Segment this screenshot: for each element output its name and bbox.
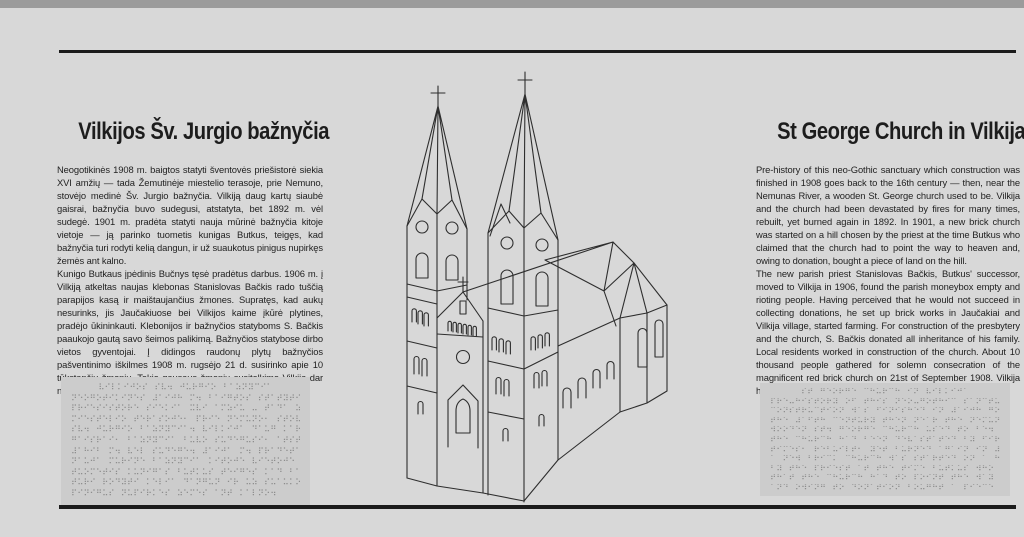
braille-line: ⠺⠕⠕⠙⠑⠝⠀⠎⠞⠲⠀⠛⠑⠕⠗⠛⠑⠀⠉⠓⠥⠗⠉⠓⠀⠥⠎⠑⠙⠀⠞⠕⠀⠃⠑⠲⠀⠧⠊⠇… — [770, 426, 1000, 436]
braille-line: ⠎⠧⠲⠀⠚⠥⠗⠛⠊⠕⠀⠃⠁⠵⠝⠽⠉⠊⠁⠲⠀⠧⠊⠇⠅⠊⠚⠁⠀⠙⠁⠥⠛⠀⠅⠁⠗⠞⠥⠀… — [71, 425, 300, 436]
en-text-block: Pre-history of this neo-Gothic sanctuary… — [756, 163, 1020, 397]
braille-line: ⠍⠊⠑⠎⠞⠑⠇⠊⠕⠀⠞⠑⠗⠁⠎⠕⠚⠑⠂⠀⠏⠗⠊⠑⠀⠝⠑⠍⠥⠝⠕⠂⠀⠎⠞⠕⠧⠑⠚⠕… — [71, 415, 300, 426]
braille-line: ⠏⠊⠝⠊⠛⠥⠎⠀⠝⠥⠏⠊⠗⠅⠑⠎⠀⠵⠑⠍⠑⠎⠀⠁⠝⠞⠀⠅⠁⠇⠝⠕⠲ — [71, 489, 300, 500]
braille-line: ⠞⠓⠑⠀⠼⠁⠋⠞⠓⠀⠉⠑⠝⠞⠥⠗⠽⠀⠞⠓⠑⠝⠀⠝⠑⠁⠗⠀⠞⠓⠑⠀⠝⠑⠍⠥⠝⠁⠎⠀… — [770, 417, 1000, 427]
cross-left-spire — [431, 86, 445, 106]
braille-line: ⠃⠽⠀⠞⠓⠑⠀⠏⠗⠊⠑⠎⠞⠀⠁⠞⠀⠞⠓⠑⠀⠞⠊⠍⠑⠀⠃⠥⠞⠅⠥⠎⠀⠺⠓⠕⠀⠉⠇⠁… — [770, 465, 1000, 475]
braille-line: ⠝⠑⠕⠛⠕⠞⠊⠅⠊⠝⠑⠎⠀⠼⠁⠊⠚⠓⠀⠍⠲⠀⠃⠁⠊⠛⠞⠕⠎⠀⠎⠞⠁⠞⠽⠞⠊⠀⠎⠧… — [71, 394, 300, 405]
en-paragraph-2: The new parish priest Stanislovas Bačkis… — [756, 267, 1020, 397]
page-title-en: St George Church in Vilkija — [777, 118, 999, 146]
braille-line: ⠛⠁⠊⠎⠗⠁⠊⠂⠀⠃⠁⠵⠝⠽⠉⠊⠁⠀⠃⠥⠧⠕⠀⠎⠥⠙⠑⠛⠥⠎⠊⠂⠀⠁⠞⠎⠞⠁⠞⠽… — [71, 436, 300, 447]
braille-block-lt: ⠧⠊⠇⠅⠊⠚⠕⠎⠀⠎⠧⠲⠀⠚⠥⠗⠛⠊⠕⠀⠃⠁⠵⠝⠽⠉⠊⠁ ⠝⠑⠕⠛⠕⠞⠊⠅⠊⠝⠑… — [61, 377, 310, 505]
lt-paragraph-1: Neogotikinės 1908 m. baigtos statyti šve… — [57, 163, 323, 267]
english-panel: St George Church in Vilkija Pre-history … — [756, 0, 1020, 537]
braille-line: ⠎⠞⠀⠛⠑⠕⠗⠛⠑⠀⠉⠓⠥⠗⠉⠓⠀⠊⠝⠀⠧⠊⠇⠅⠊⠚⠁ — [770, 388, 1000, 398]
braille-line: ⠞⠥⠗⠊⠀⠗⠕⠙⠽⠞⠊⠀⠅⠑⠇⠊⠁⠀⠙⠁⠝⠛⠥⠝⠀⠊⠗⠀⠥⠵⠀⠎⠥⠁⠥⠅⠕⠞⠥⠎ — [71, 478, 300, 489]
braille-line: ⠼⠁⠓⠊⠃⠀⠍⠲⠀⠧⠑⠇⠀⠎⠥⠙⠑⠛⠑⠲⠀⠼⠁⠊⠚⠁⠀⠍⠲⠀⠏⠗⠁⠙⠑⠞⠁⠀⠎⠞… — [71, 447, 300, 458]
lt-text-block: Neogotikinės 1908 m. baigtos statyti šve… — [57, 163, 323, 397]
braille-line: ⠁⠝⠙⠀⠕⠺⠊⠝⠛⠀⠞⠕⠀⠙⠕⠝⠁⠞⠊⠕⠝⠀⠃⠕⠥⠛⠓⠞⠀⠁⠀⠏⠊⠑⠉⠑⠀⠕⠋⠀… — [770, 484, 1000, 494]
braille-line: ⠞⠥⠕⠍⠑⠞⠊⠎⠀⠅⠥⠝⠊⠛⠁⠎⠀⠃⠥⠞⠅⠥⠎⠀⠞⠑⠊⠛⠑⠎⠀⠅⠁⠙⠀⠃⠁⠵⠝⠽… — [71, 468, 300, 479]
braille-line: ⠧⠊⠇⠅⠊⠚⠕⠎⠀⠎⠧⠲⠀⠚⠥⠗⠛⠊⠕⠀⠃⠁⠵⠝⠽⠉⠊⠁ — [71, 383, 300, 394]
page-title-lt: Vilkijos Šv. Jurgio bažnyčia — [78, 118, 301, 146]
braille-line: ⠏⠗⠊⠑⠎⠊⠎⠞⠕⠗⠑⠀⠎⠊⠑⠅⠊⠁⠀⠭⠧⠊⠀⠁⠍⠵⠊⠥⠀⠤⠀⠞⠁⠙⠁⠀⠵⠑⠍⠥… — [71, 404, 300, 415]
braille-line: ⠏⠗⠑⠤⠓⠊⠎⠞⠕⠗⠽⠀⠕⠋⠀⠞⠓⠊⠎⠀⠝⠑⠕⠤⠛⠕⠞⠓⠊⠉⠀⠎⠁⠝⠉⠞⠥⠁⠗⠽… — [770, 398, 1000, 408]
braille-block-en: ⠎⠞⠀⠛⠑⠕⠗⠛⠑⠀⠉⠓⠥⠗⠉⠓⠀⠊⠝⠀⠧⠊⠇⠅⠊⠚⠁ ⠏⠗⠑⠤⠓⠊⠎⠞⠕⠗⠽⠀… — [760, 383, 1010, 496]
braille-line: ⠞⠓⠑⠀⠉⠓⠥⠗⠉⠓⠀⠓⠁⠙⠀⠃⠑⠑⠝⠀⠙⠑⠧⠁⠎⠞⠁⠞⠑⠙⠀⠃⠽⠀⠋⠊⠗⠑⠎⠀… — [770, 436, 1000, 446]
en-paragraph-1: Pre-history of this neo-Gothic sanctuary… — [756, 163, 1020, 267]
lithuanian-panel: Vilkijos Šv. Jurgio bažnyčia Neogotikinė… — [57, 0, 323, 537]
cross-right-spire — [518, 72, 532, 94]
braille-line: ⠞⠊⠍⠑⠎⠂⠀⠗⠑⠃⠥⠊⠇⠞⠂⠀⠽⠑⠞⠀⠃⠥⠗⠝⠑⠙⠀⠁⠛⠁⠊⠝⠀⠊⠝⠀⠼⠁⠓⠊… — [770, 446, 1000, 456]
braille-line: ⠉⠕⠝⠎⠞⠗⠥⠉⠞⠊⠕⠝⠀⠺⠁⠎⠀⠋⠊⠝⠊⠎⠓⠑⠙⠀⠊⠝⠀⠼⠁⠊⠚⠓⠀⠛⠕⠑⠎⠀… — [770, 407, 1000, 417]
braille-line: ⠁⠀⠝⠑⠺⠀⠃⠗⠊⠉⠅⠀⠉⠓⠥⠗⠉⠓⠀⠺⠁⠎⠀⠎⠞⠁⠗⠞⠑⠙⠀⠕⠝⠀⠁⠀⠓⠊⠇⠇… — [770, 455, 1000, 465]
braille-line: ⠞⠓⠁⠞⠀⠞⠓⠑⠀⠉⠓⠥⠗⠉⠓⠀⠓⠁⠙⠀⠞⠕⠀⠏⠕⠊⠝⠞⠀⠞⠓⠑⠀⠺⠁⠽⠀⠞⠕⠀… — [770, 474, 1000, 484]
braille-line: ⠝⠁⠥⠚⠁⠀⠍⠥⠗⠊⠝⠑⠀⠃⠁⠵⠝⠽⠉⠊⠁⠀⠅⠊⠞⠕⠚⠑⠀⠧⠊⠑⠞⠕⠚⠑⠀⠚⠁⠀… — [71, 457, 300, 468]
